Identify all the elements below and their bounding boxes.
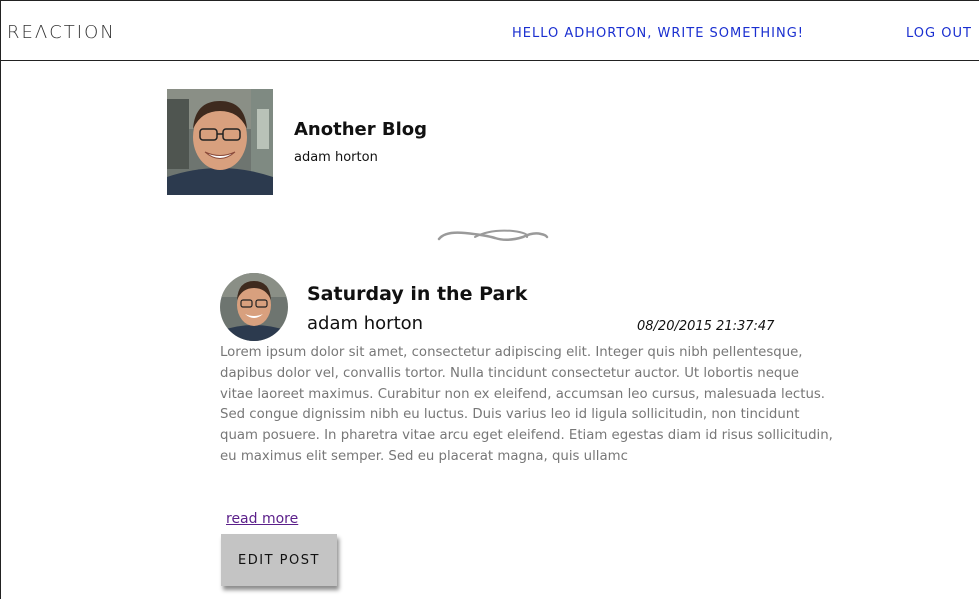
logout-link[interactable]: LOG OUT [906, 26, 972, 41]
post-author-avatar [220, 273, 288, 341]
post-date: 08/20/2015 21:37:47 [637, 319, 775, 334]
post-author: adam horton [307, 313, 424, 334]
blog-avatar [167, 89, 273, 195]
blog-author: adam horton [294, 150, 378, 165]
ornament-divider-icon [435, 225, 549, 245]
navbar: REΛCTION HELLO ADHORTON, WRITE SOMETHING… [1, 1, 979, 61]
read-more-link[interactable]: read more [226, 511, 298, 527]
app-frame: REΛCTION HELLO ADHORTON, WRITE SOMETHING… [0, 0, 979, 599]
blog-title: Another Blog [294, 119, 428, 140]
post-excerpt: Lorem ipsum dolor sit amet, consectetur … [220, 345, 833, 464]
brand-logo[interactable]: REΛCTION [7, 22, 116, 43]
user-photo-icon [220, 273, 288, 341]
user-photo-icon [167, 89, 273, 195]
write-something-link[interactable]: HELLO ADHORTON, WRITE SOMETHING! [512, 26, 804, 41]
edit-post-button[interactable]: EDIT POST [221, 534, 337, 586]
post-title[interactable]: Saturday in the Park [307, 283, 527, 305]
